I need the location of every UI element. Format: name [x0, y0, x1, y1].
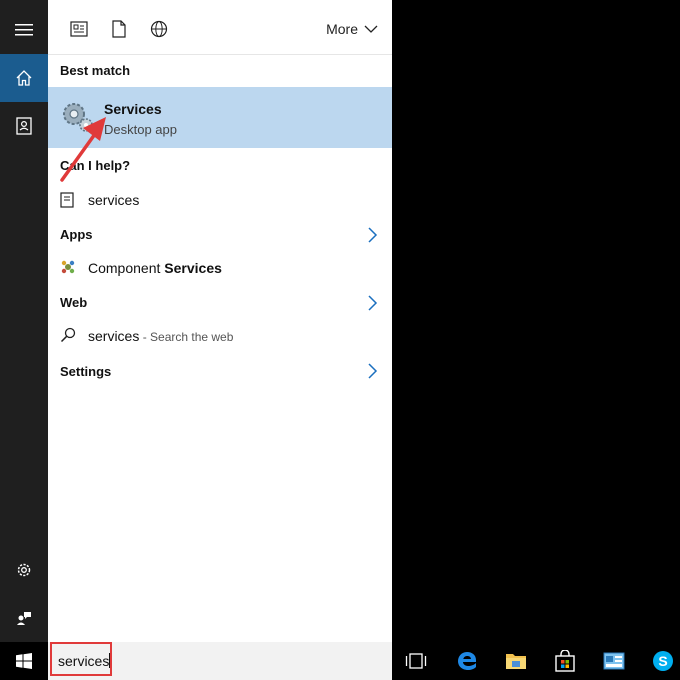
- web-filter-button[interactable]: [148, 18, 170, 40]
- control-panel-icon: [603, 652, 625, 670]
- web-search-row[interactable]: services - Search the web: [48, 322, 392, 350]
- search-bar: services: [48, 642, 392, 680]
- web-heading: Web: [60, 295, 88, 310]
- folder-icon: [506, 654, 526, 669]
- windows-logo-icon: [16, 653, 32, 669]
- start-button[interactable]: [0, 642, 48, 680]
- gear-icon: [17, 563, 31, 577]
- settings-heading: Settings: [60, 364, 112, 379]
- hamburger-menu-button[interactable]: [0, 6, 48, 54]
- file-explorer-button[interactable]: [504, 649, 528, 673]
- start-sidebar: [0, 0, 48, 642]
- news-icon: [70, 21, 88, 37]
- best-match-heading: Best match: [60, 63, 131, 78]
- taskbar: S: [392, 642, 680, 680]
- home-button[interactable]: [0, 54, 48, 102]
- component-services-icon: [61, 260, 75, 274]
- web-section-row[interactable]: Web: [48, 290, 392, 316]
- search-input-value: services: [58, 653, 110, 669]
- component-services-match: Services: [164, 260, 222, 276]
- notebook-icon: [16, 117, 32, 135]
- web-search-query: services: [88, 328, 140, 344]
- best-match-title: Services: [104, 101, 162, 117]
- skype-button[interactable]: S: [651, 649, 675, 673]
- control-panel-button[interactable]: [602, 649, 626, 673]
- help-result-label: services: [88, 192, 140, 208]
- apps-section-row[interactable]: Apps: [48, 222, 392, 248]
- settings-button[interactable]: [0, 546, 48, 594]
- store-bag-icon: [555, 650, 575, 672]
- text-cursor: [109, 653, 111, 668]
- chevron-right-icon: [368, 227, 378, 243]
- hamburger-icon: [15, 24, 33, 36]
- filter-toolbar: More: [48, 0, 392, 55]
- chevron-right-icon: [368, 295, 378, 311]
- component-services-prefix: Component: [88, 260, 165, 276]
- more-filters-button[interactable]: More: [326, 21, 378, 37]
- notebook-button[interactable]: [0, 102, 48, 150]
- feedback-button[interactable]: [0, 594, 48, 642]
- search-icon: [60, 327, 76, 343]
- edge-icon: [458, 652, 476, 670]
- feedback-person-icon: [17, 612, 31, 625]
- web-search-suffix: - Search the web: [139, 330, 234, 344]
- help-result-row[interactable]: services: [48, 186, 392, 214]
- svg-text:S: S: [658, 653, 667, 669]
- search-results-panel: More Best match Services Desktop app Can…: [48, 0, 392, 642]
- chevron-right-icon: [368, 363, 378, 379]
- component-services-row[interactable]: Component Services: [48, 254, 392, 282]
- apps-heading: Apps: [60, 227, 93, 242]
- task-view-button[interactable]: [404, 649, 428, 673]
- more-label: More: [326, 21, 358, 37]
- services-gears-icon: [63, 103, 93, 132]
- edge-browser-button[interactable]: [455, 649, 479, 673]
- document-icon: [112, 20, 126, 38]
- task-view-icon: [405, 653, 427, 669]
- home-icon: [16, 70, 32, 86]
- component-services-label: Component Services: [88, 260, 222, 276]
- best-match-subtitle: Desktop app: [104, 122, 177, 137]
- document-filter-button[interactable]: [108, 18, 130, 40]
- best-match-result[interactable]: Services Desktop app: [48, 87, 392, 148]
- search-input[interactable]: services: [58, 653, 111, 669]
- globe-icon: [150, 20, 168, 38]
- store-button[interactable]: [553, 649, 577, 673]
- help-document-icon: [60, 192, 74, 208]
- web-search-label: services - Search the web: [88, 328, 233, 344]
- chevron-down-icon: [364, 25, 378, 33]
- skype-icon: S: [653, 651, 673, 671]
- can-i-help-heading: Can I help?: [60, 158, 131, 173]
- documents-filter-button[interactable]: [68, 18, 90, 40]
- settings-section-row[interactable]: Settings: [48, 359, 392, 385]
